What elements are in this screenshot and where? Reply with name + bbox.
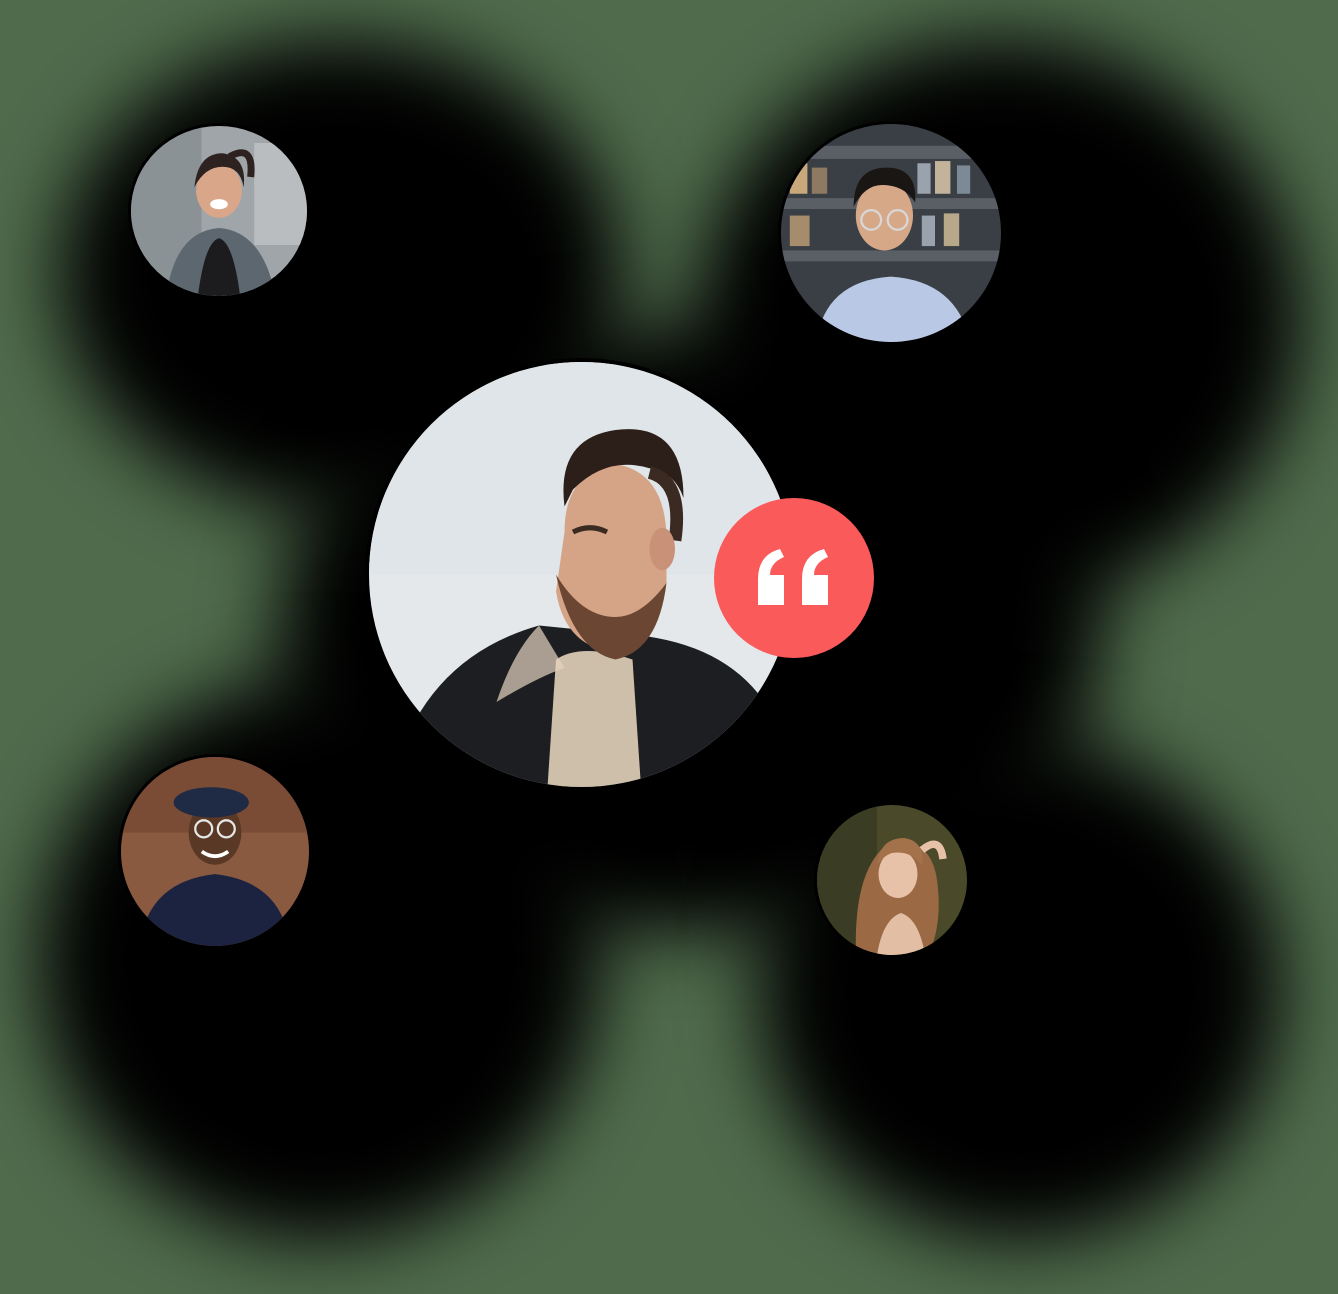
person-photo-icon (781, 124, 1001, 342)
avatar-woman-denim-jacket (128, 123, 310, 299)
shadow-blob-bottom-right (760, 740, 1280, 1240)
avatar-man-glasses-store (778, 121, 1004, 345)
person-photo-icon (817, 805, 967, 955)
avatar-woman-long-hair (814, 802, 970, 958)
testimonial-avatar-cluster (0, 0, 1338, 1294)
person-photo-icon (121, 757, 309, 946)
quote-badge (714, 498, 874, 658)
quote-icon (758, 549, 828, 605)
person-photo-icon (131, 126, 307, 296)
avatar-man-beret-glasses (118, 754, 312, 949)
